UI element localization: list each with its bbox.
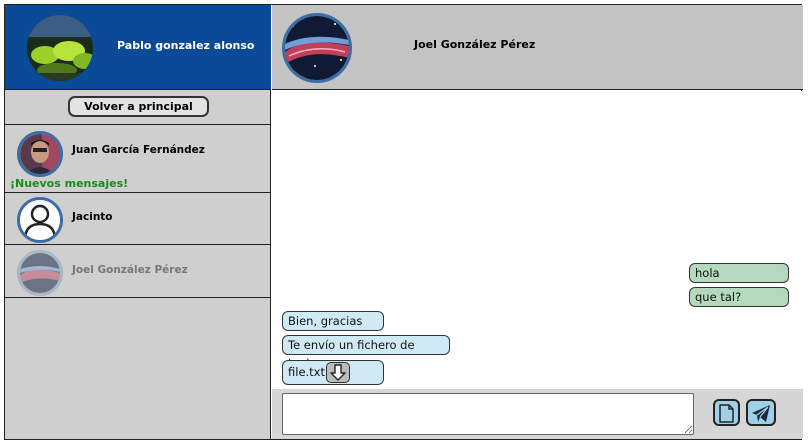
new-messages-notice: ¡Nuevos mensajes! (10, 177, 129, 190)
chat-header: Joel González Pérez (272, 5, 803, 90)
message-area[interactable]: hola que tal? Bien, gracias Te envío un … (272, 91, 803, 389)
contact-name: Jacinto (72, 211, 113, 223)
chat-contact-name: Joel González Pérez (414, 38, 536, 51)
back-row: Volver a principal (5, 90, 271, 125)
sent-message: que tal? (689, 287, 789, 307)
contact-item[interactable]: Jacinto (5, 193, 271, 245)
received-message: Bien, gracias (282, 311, 384, 331)
contact-item[interactable]: Juan García Fernández ¡Nuevos mensajes! (5, 125, 271, 193)
current-user-header: Pablo gonzalez alonso (5, 5, 271, 90)
current-user-name: Pablo gonzalez alonso (117, 39, 255, 52)
contact-name: Juan García Fernández (72, 144, 205, 156)
contact-avatar (17, 250, 63, 296)
chat-app: Pablo gonzalez alonso Volver a principal… (4, 4, 803, 440)
sidebar: Pablo gonzalez alonso Volver a principal… (5, 5, 271, 439)
back-to-main-button[interactable]: Volver a principal (68, 96, 209, 117)
default-user-icon (17, 197, 63, 243)
file-name: file.txt (288, 365, 325, 379)
message-input[interactable] (282, 393, 694, 435)
received-message: Te envío un fichero de texto. (282, 335, 450, 370)
paper-plane-icon (752, 405, 770, 422)
attach-file-button[interactable] (713, 399, 740, 426)
chat-contact-avatar (282, 13, 352, 83)
current-user-avatar (25, 13, 95, 83)
contact-item-selected[interactable]: Joel González Pérez (5, 245, 271, 298)
sent-message: hola (689, 263, 789, 283)
message-composer (272, 389, 803, 439)
contact-name: Joel González Pérez (72, 264, 188, 276)
send-button[interactable] (746, 399, 776, 426)
received-file-message: file.txt (282, 360, 384, 385)
file-icon (719, 404, 734, 423)
download-arrow-icon[interactable] (326, 362, 350, 383)
contact-avatar (17, 131, 63, 177)
